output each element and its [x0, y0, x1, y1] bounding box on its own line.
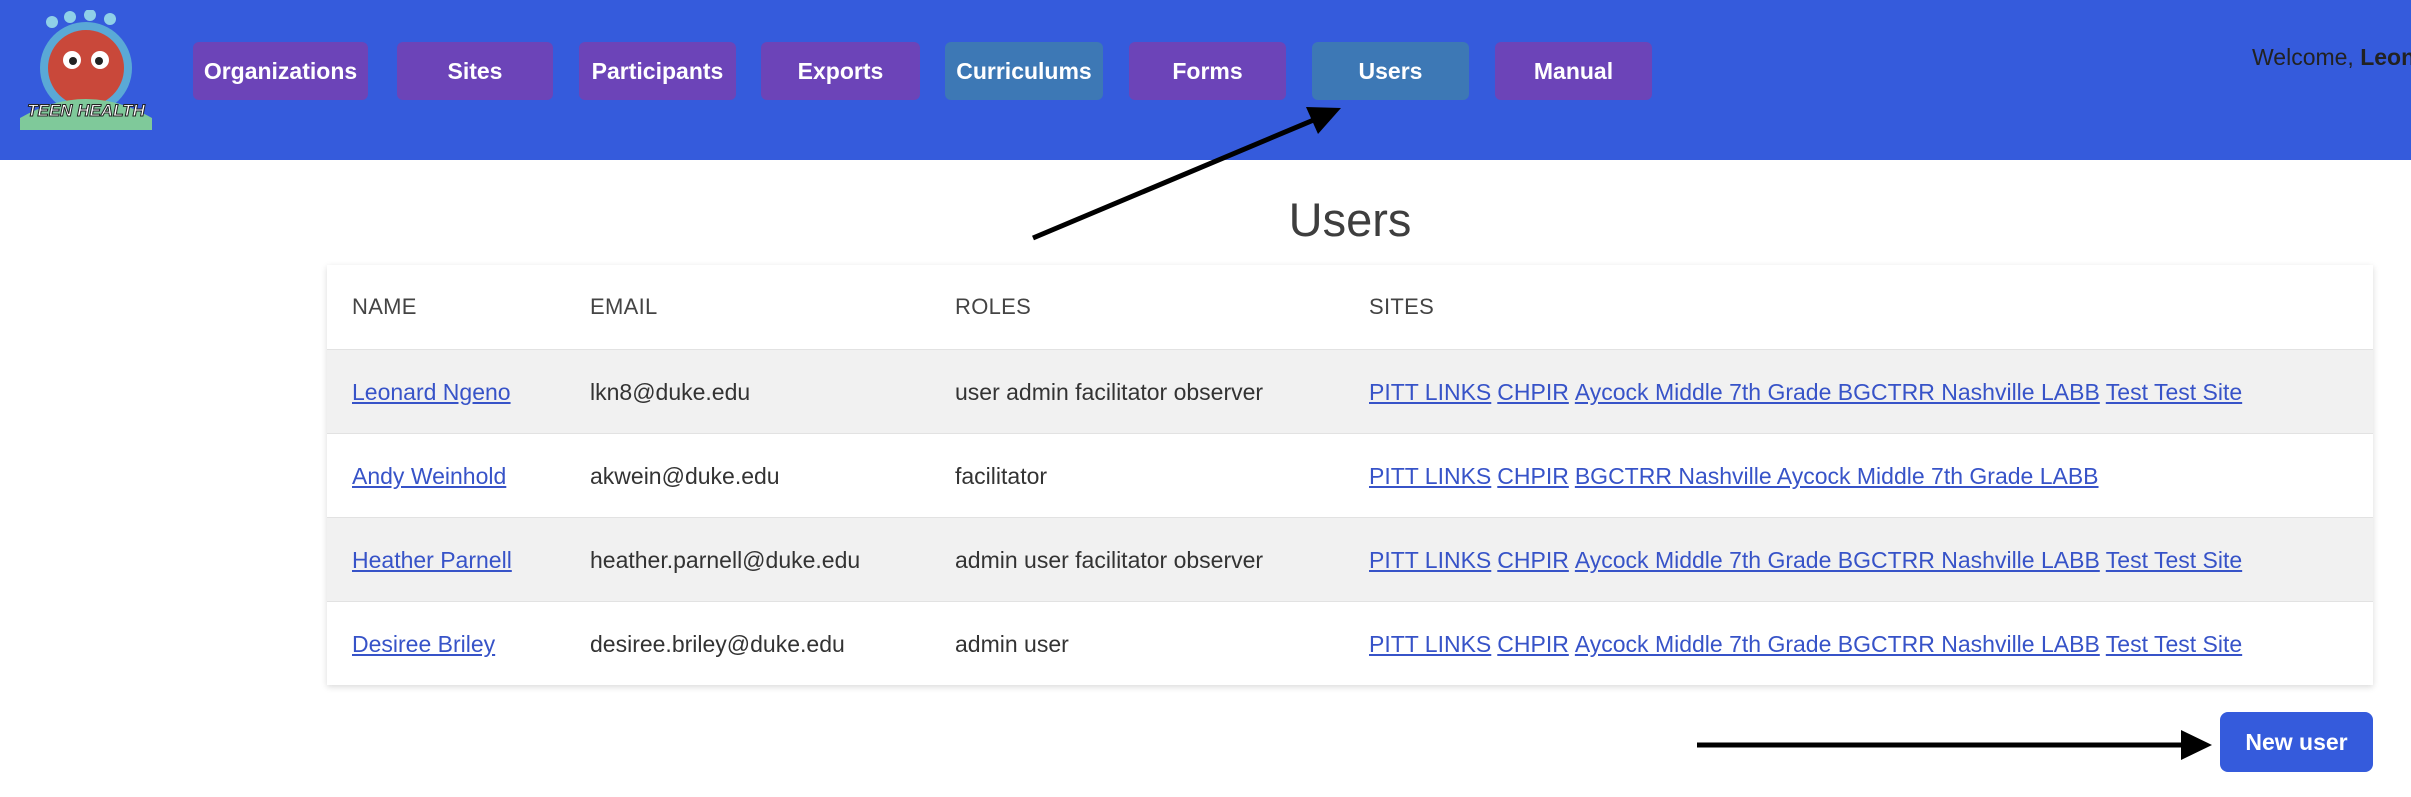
site-link[interactable]: PITT LINKS — [1369, 379, 1491, 406]
user-roles: facilitator — [955, 462, 1048, 489]
column-header-name: NAME — [352, 294, 417, 319]
user-email: lkn8@duke.edu — [590, 378, 751, 405]
table-row: Leonard Ngeno lkn8@duke.edu user admin f… — [327, 349, 2373, 434]
site-link[interactable]: Aycock Middle 7th Grade BGCTRR Nashville… — [1575, 547, 2100, 574]
user-email: desiree.briley@duke.edu — [590, 630, 845, 657]
site-link[interactable]: Test Test Site — [2106, 379, 2242, 406]
user-name-link[interactable]: Heather Parnell — [352, 547, 512, 574]
site-link[interactable]: CHPIR — [1497, 463, 1569, 490]
user-roles: user admin facilitator observer — [955, 378, 1264, 405]
welcome-message: Welcome, Leon — [2252, 44, 2411, 70]
column-header-sites: SITES — [1369, 294, 1435, 319]
svg-text:TEEN HEALTH: TEEN HEALTH — [27, 101, 145, 120]
page-title: Users — [1288, 193, 1412, 246]
site-link[interactable]: Test Test Site — [2106, 547, 2242, 574]
arrow-icon — [1697, 730, 2212, 760]
user-roles: admin user facilitator observer — [955, 546, 1264, 573]
table-row: Desiree Briley desiree.briley@duke.edu a… — [327, 601, 2373, 686]
user-name-link[interactable]: Leonard Ngeno — [352, 379, 511, 406]
nav-exports[interactable]: Exports — [761, 42, 920, 100]
table-row: Andy Weinhold akwein@duke.edu facilitato… — [327, 433, 2373, 518]
user-name-link[interactable]: Desiree Briley — [352, 631, 495, 658]
column-header-email: EMAIL — [590, 294, 658, 319]
users-table: NAME EMAIL ROLES SITES Leonard Ngeno lkn… — [327, 265, 2373, 685]
nav-participants[interactable]: Participants — [579, 42, 736, 100]
user-roles: admin user — [955, 630, 1069, 657]
user-sites: PITT LINKS CHPIR BGCTRR Nashville Aycock… — [1369, 434, 2105, 518]
new-user-button[interactable]: New user — [2220, 712, 2373, 772]
site-link[interactable]: Aycock Middle 7th Grade BGCTRR Nashville… — [1575, 631, 2100, 658]
site-link[interactable]: BGCTRR Nashville Aycock Middle 7th Grade… — [1575, 463, 2099, 490]
table-header-row: NAME EMAIL ROLES SITES — [327, 265, 2373, 349]
site-link[interactable]: PITT LINKS — [1369, 631, 1491, 658]
site-link[interactable]: PITT LINKS — [1369, 463, 1491, 490]
top-nav-bar: TEEN HEALTH Organizations Sites Particip… — [0, 0, 2411, 160]
user-email: akwein@duke.edu — [590, 462, 780, 489]
site-link[interactable]: CHPIR — [1497, 547, 1569, 574]
site-link[interactable]: Aycock Middle 7th Grade BGCTRR Nashville… — [1575, 379, 2100, 406]
nav-curriculums[interactable]: Curriculums — [945, 42, 1103, 100]
nav-forms[interactable]: Forms — [1129, 42, 1286, 100]
site-link[interactable]: PITT LINKS — [1369, 547, 1491, 574]
column-header-roles: ROLES — [955, 294, 1032, 319]
user-sites: PITT LINKS CHPIR Aycock Middle 7th Grade… — [1369, 518, 2248, 602]
nav-users[interactable]: Users — [1312, 42, 1469, 100]
site-link[interactable]: Test Test Site — [2106, 631, 2242, 658]
user-sites: PITT LINKS CHPIR Aycock Middle 7th Grade… — [1369, 350, 2248, 434]
user-name-link[interactable]: Andy Weinhold — [352, 463, 506, 490]
user-email: heather.parnell@duke.edu — [590, 546, 861, 573]
table-row: Heather Parnell heather.parnell@duke.edu… — [327, 517, 2373, 602]
site-link[interactable]: CHPIR — [1497, 379, 1569, 406]
user-sites: PITT LINKS CHPIR Aycock Middle 7th Grade… — [1369, 602, 2248, 686]
site-link[interactable]: CHPIR — [1497, 631, 1569, 658]
nav-organizations[interactable]: Organizations — [193, 42, 368, 100]
nav-manual[interactable]: Manual — [1495, 42, 1652, 100]
nav-sites[interactable]: Sites — [397, 42, 553, 100]
teen-health-logo[interactable]: TEEN HEALTH — [12, 10, 160, 134]
